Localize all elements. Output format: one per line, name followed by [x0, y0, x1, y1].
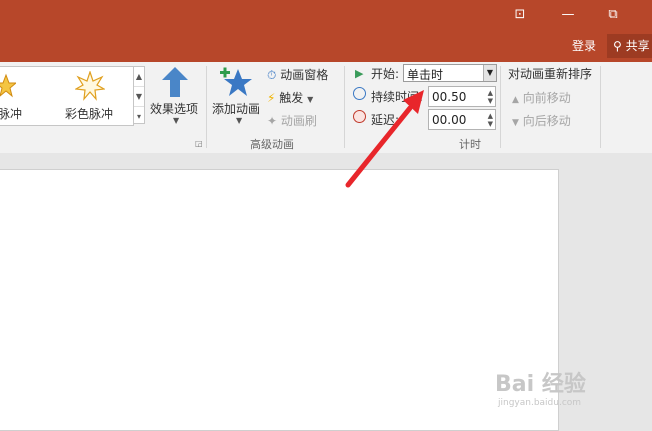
- animation-painter-button[interactable]: ✦ 动画刷: [267, 112, 317, 129]
- add-animation-label: 添加动画: [212, 102, 261, 116]
- animation-pane-icon: ⏱: [267, 68, 277, 82]
- chevron-down-icon[interactable]: ▼: [483, 65, 496, 81]
- start-label: 开始:: [371, 67, 400, 81]
- group-divider: [500, 66, 501, 148]
- chevron-down-icon: ▼: [307, 95, 314, 104]
- effect-options-label: 效果选项: [150, 102, 199, 116]
- duration-label: 持续时间:: [371, 90, 424, 104]
- duration-stepper[interactable]: 00.50 ▲ ▼: [428, 86, 496, 107]
- share-button[interactable]: ⚲ 共享: [607, 34, 652, 58]
- timing-group-label: 计时: [459, 138, 481, 151]
- stepper-down-icon[interactable]: ▼: [488, 97, 493, 105]
- gallery-scrollbar[interactable]: ▲ ▼ ▾: [133, 66, 145, 124]
- up-arrow-icon: [162, 67, 188, 97]
- trigger-button[interactable]: ⚡ 触发 ▼: [267, 89, 313, 106]
- title-bar: ⊡ — ⧉ 登录 ⚲ 共享: [0, 0, 652, 62]
- gallery-scroll-up-icon[interactable]: ▲: [134, 67, 144, 87]
- add-star-icon: [220, 67, 252, 96]
- ribbon-display-options-icon[interactable]: ⊡: [505, 4, 535, 26]
- play-icon: ▶: [355, 67, 364, 80]
- clock-icon: [353, 87, 366, 100]
- restore-button[interactable]: ⧉: [598, 4, 628, 26]
- move-earlier-button[interactable]: ▲ 向前移动: [512, 89, 571, 106]
- chevron-down-icon: ▼: [173, 116, 180, 125]
- gallery-more-icon[interactable]: ▾: [134, 107, 144, 126]
- burst-star-icon: [0, 73, 16, 98]
- group-divider: [344, 66, 345, 148]
- person-icon: ⚲: [613, 39, 626, 53]
- gallery-scroll-down-icon[interactable]: ▼: [134, 87, 144, 107]
- animation-painter-label: 动画刷: [280, 114, 317, 128]
- watermark-logo: Bai 经验: [495, 372, 586, 397]
- painter-brush-icon: ✦: [267, 114, 278, 128]
- advanced-animation-group-label: 高级动画: [250, 138, 294, 151]
- move-later-label: 向后移动: [522, 114, 571, 128]
- gallery-item-color-pulse[interactable]: 彩色脉冲: [60, 67, 130, 125]
- effect-options-button[interactable]: 效果选项 ▼: [148, 64, 202, 128]
- chevron-down-icon: ▼: [236, 116, 243, 125]
- outline-burst-star-icon: [75, 71, 105, 101]
- duration-value: 00.50: [432, 90, 467, 104]
- stepper-down-icon[interactable]: ▼: [488, 120, 493, 128]
- group-divider: [206, 66, 207, 148]
- add-animation-button[interactable]: 添加动画 ▼: [210, 64, 264, 128]
- gallery-item-label: 彩色脉冲: [65, 107, 114, 121]
- move-later-button[interactable]: ▼ 向后移动: [512, 112, 571, 129]
- dialog-launcher-icon[interactable]: ◲: [195, 139, 203, 148]
- start-select[interactable]: 单击时 ▼: [403, 64, 497, 82]
- move-earlier-label: 向前移动: [522, 91, 571, 105]
- delay-label: 延迟:: [371, 113, 400, 127]
- group-divider: [600, 66, 601, 148]
- lightning-icon: ⚡: [267, 91, 276, 105]
- share-label: 共享: [625, 39, 650, 53]
- triangle-up-icon: ▲: [512, 95, 519, 105]
- login-link[interactable]: 登录: [572, 37, 596, 54]
- minimize-button[interactable]: —: [553, 4, 583, 26]
- delay-clock-icon: [353, 110, 366, 123]
- stepper-up-icon[interactable]: ▲: [488, 89, 493, 97]
- animation-pane-label: 动画窗格: [280, 68, 329, 82]
- stepper-up-icon[interactable]: ▲: [488, 112, 493, 120]
- trigger-label: 触发: [279, 91, 304, 105]
- gallery-item-pulse[interactable]: 脉冲: [0, 67, 40, 125]
- animation-pane-button[interactable]: ⏱ 动画窗格: [267, 66, 328, 83]
- animation-gallery: 脉冲 彩色脉冲: [0, 66, 134, 126]
- watermark-url: jingyan.baidu.com: [498, 398, 582, 408]
- slide-canvas[interactable]: [0, 169, 559, 431]
- gallery-item-label: 脉冲: [0, 107, 23, 121]
- ribbon: 脉冲 彩色脉冲 ▲ ▼ ▾ 效果选项 ▼ 添加动画 ▼ ⏱ 动画窗格 ⚡ 触发 …: [0, 62, 652, 154]
- delay-value: 00.00: [432, 113, 467, 127]
- start-select-value: 单击时: [407, 68, 444, 82]
- reorder-title: 对动画重新排序: [508, 67, 593, 81]
- triangle-down-icon: ▼: [512, 118, 519, 128]
- delay-stepper[interactable]: 00.00 ▲ ▼: [428, 109, 496, 130]
